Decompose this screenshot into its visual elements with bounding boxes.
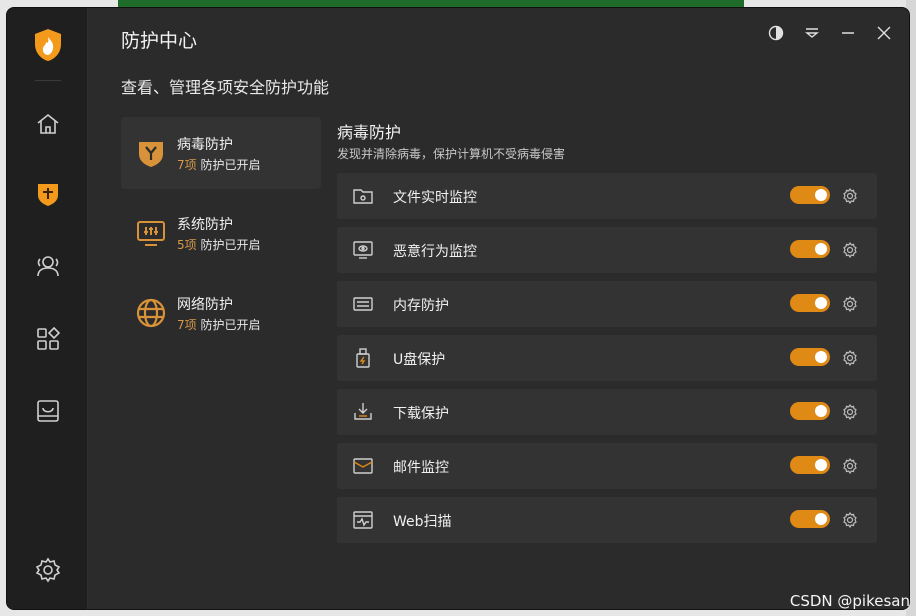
window-title: 防护中心 xyxy=(121,30,198,52)
category-network-protection[interactable]: 网络防护 7项 防护已开启 xyxy=(121,277,321,349)
menu-dropdown-button[interactable] xyxy=(803,26,821,44)
home-icon xyxy=(35,111,61,141)
feature-label: 下载保护 xyxy=(393,406,449,422)
feature-row-file-monitor: 文件实时监控 xyxy=(337,173,877,219)
feature-settings-gear-icon[interactable] xyxy=(842,241,858,259)
category-status: 防护已开启 xyxy=(200,238,261,252)
box-icon xyxy=(35,398,61,428)
globe-icon xyxy=(135,297,167,329)
theme-toggle-button[interactable] xyxy=(767,25,785,45)
feature-settings-gear-icon[interactable] xyxy=(842,511,858,529)
category-count: 7项 防护已开启 xyxy=(177,316,260,333)
minimize-button[interactable] xyxy=(839,26,857,44)
close-button[interactable] xyxy=(875,26,893,44)
feature-label: 邮件监控 xyxy=(393,460,449,476)
rail-users-button[interactable] xyxy=(32,252,64,284)
feature-row-web-scan: Web扫描 xyxy=(337,497,877,543)
category-name: 病毒防护 xyxy=(177,137,233,153)
category-count-number: 5项 xyxy=(177,238,197,252)
category-name: 网络防护 xyxy=(177,297,233,313)
rail-divider xyxy=(35,80,61,81)
protection-center-window: 防护中心 查看、管理各项安全防护功能 病毒防护 7项 防护已开启 系统防护 5项… xyxy=(6,7,910,610)
category-status: 防护已开启 xyxy=(200,318,261,332)
feature-toggle[interactable] xyxy=(790,240,830,258)
rail-box-button[interactable] xyxy=(32,397,64,429)
category-system-protection[interactable]: 系统防护 5项 防护已开启 xyxy=(121,197,321,269)
category-count-number: 7项 xyxy=(177,158,197,172)
feature-row-download-protection: 下载保护 xyxy=(337,389,877,435)
category-virus-protection[interactable]: 病毒防护 7项 防护已开启 xyxy=(121,117,321,189)
category-name: 系统防护 xyxy=(177,217,233,233)
web-scan-icon xyxy=(352,509,374,531)
shield-plus-icon xyxy=(35,181,61,211)
contrast-icon xyxy=(768,25,784,45)
feature-settings-gear-icon[interactable] xyxy=(842,295,858,313)
feature-settings-gear-icon[interactable] xyxy=(842,187,858,205)
feature-label: 恶意行为监控 xyxy=(393,244,477,260)
minimize-icon xyxy=(840,25,856,45)
sidebar-rail xyxy=(7,8,88,609)
feature-toggle[interactable] xyxy=(790,456,830,474)
download-icon xyxy=(352,401,374,423)
folder-icon xyxy=(352,185,374,207)
usb-icon xyxy=(352,347,374,369)
virus-shield-icon xyxy=(135,137,167,169)
monitor-eye-icon xyxy=(352,239,374,261)
feature-toggle[interactable] xyxy=(790,402,830,420)
feature-settings-gear-icon[interactable] xyxy=(842,457,858,475)
category-count-number: 7项 xyxy=(177,318,197,332)
feature-toggle[interactable] xyxy=(790,294,830,312)
category-count: 7项 防护已开启 xyxy=(177,156,260,173)
gear-icon xyxy=(35,557,61,587)
category-count: 5项 防护已开启 xyxy=(177,236,260,253)
menu-down-icon xyxy=(804,25,820,45)
section-title: 病毒防护 xyxy=(337,123,402,142)
feature-label: U盘保护 xyxy=(393,352,446,368)
feature-row-behavior-monitor: 恶意行为监控 xyxy=(337,227,877,273)
system-monitor-icon xyxy=(135,217,167,249)
app-logo-icon xyxy=(33,28,63,62)
feature-row-usb-protection: U盘保护 xyxy=(337,335,877,381)
window-controls xyxy=(767,25,893,45)
section-description: 发现并清除病毒，保护计算机不受病毒侵害 xyxy=(337,147,566,161)
page-subtitle: 查看、管理各项安全防护功能 xyxy=(121,78,330,97)
rail-protection-button[interactable] xyxy=(32,180,64,212)
feature-row-mail-monitor: 邮件监控 xyxy=(337,443,877,489)
watermark-text: CSDN @pikesan xyxy=(789,592,910,610)
apps-icon xyxy=(35,326,61,356)
feature-label: 文件实时监控 xyxy=(393,190,477,206)
rail-home-button[interactable] xyxy=(32,110,64,142)
mail-icon xyxy=(352,455,374,477)
main-panel: 防护中心 查看、管理各项安全防护功能 病毒防护 7项 防护已开启 系统防护 5项… xyxy=(89,8,909,609)
feature-label: Web扫描 xyxy=(393,514,452,530)
feature-toggle[interactable] xyxy=(790,510,830,528)
rail-settings-button[interactable] xyxy=(32,556,64,588)
category-status: 防护已开启 xyxy=(200,158,261,172)
feature-settings-gear-icon[interactable] xyxy=(842,403,858,421)
feature-row-memory-protection: 内存防护 xyxy=(337,281,877,327)
close-icon xyxy=(876,25,892,45)
feature-settings-gear-icon[interactable] xyxy=(842,349,858,367)
feature-label: 内存防护 xyxy=(393,298,449,314)
rail-apps-button[interactable] xyxy=(32,325,64,357)
memory-icon xyxy=(352,293,374,315)
users-icon xyxy=(35,253,61,283)
feature-toggle[interactable] xyxy=(790,186,830,204)
feature-toggle[interactable] xyxy=(790,348,830,366)
